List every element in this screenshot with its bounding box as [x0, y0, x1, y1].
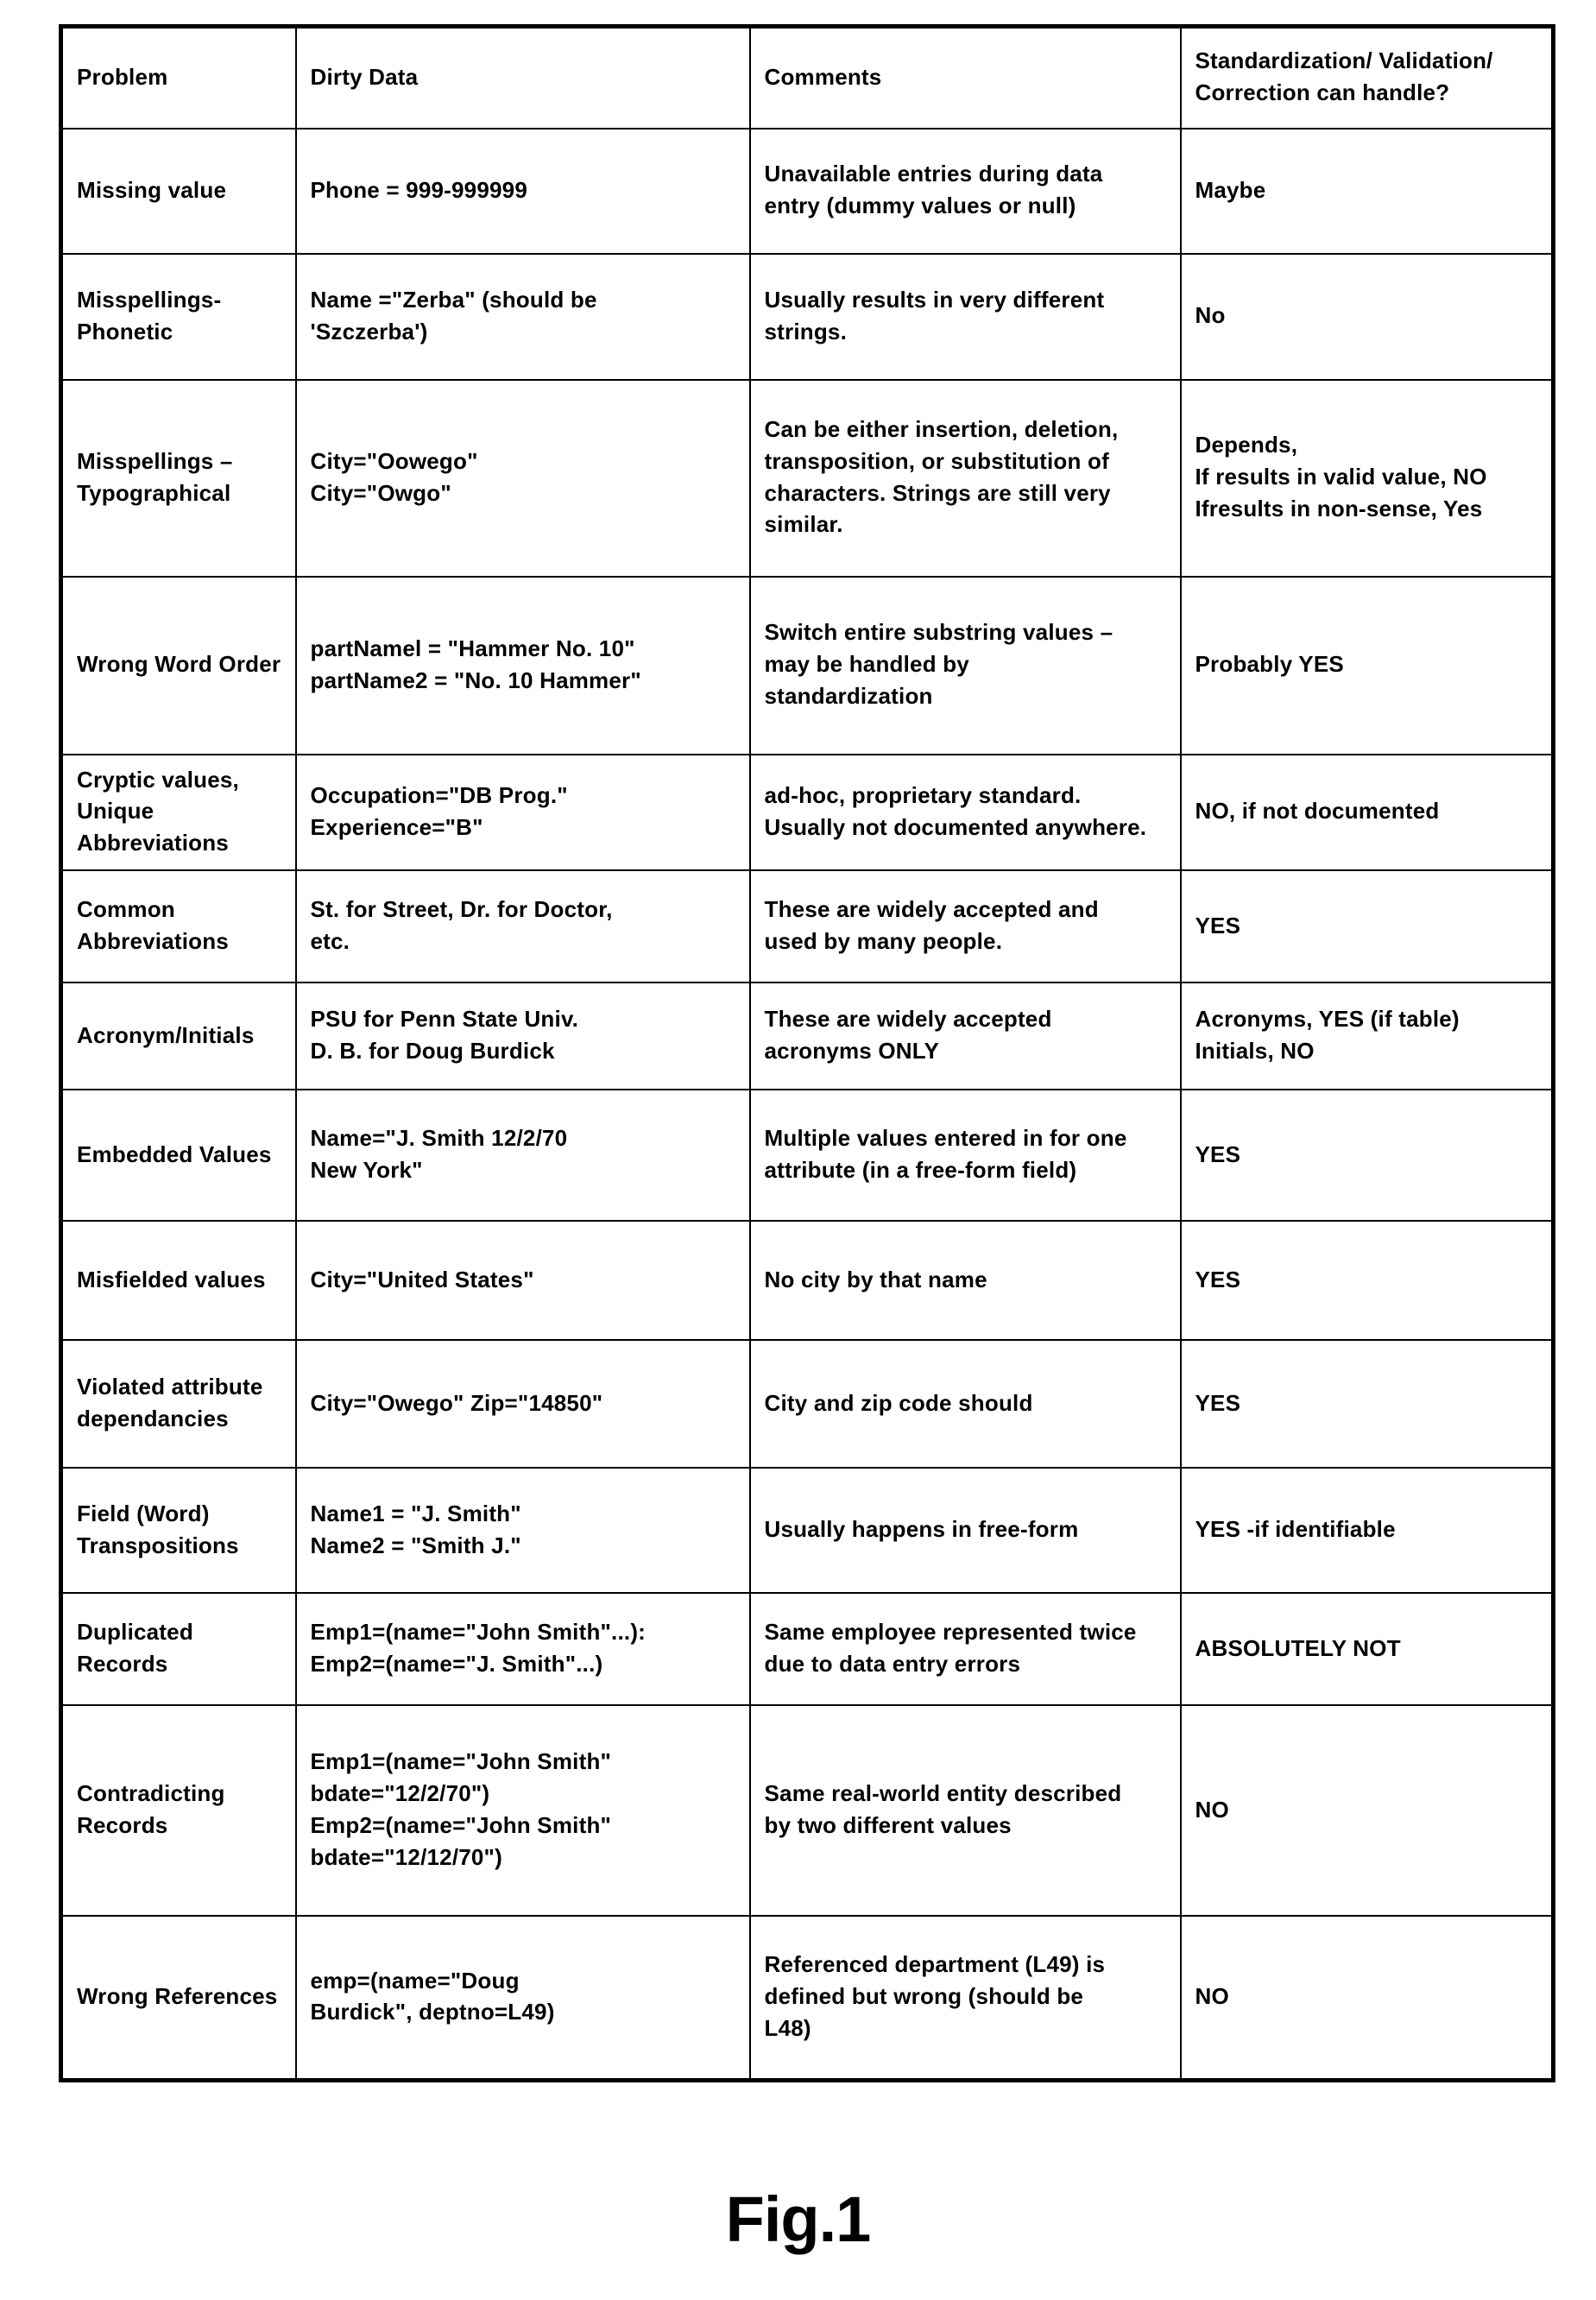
cell-dirty-data: Name1 = "J. Smith" Name2 = "Smith J."	[294, 1467, 751, 1595]
cell-problem: Contradicting Records	[60, 1704, 297, 1918]
cell-handle: NO	[1179, 1915, 1555, 2082]
table-header: Problem Dirty Data Comments Standardizat…	[60, 25, 1555, 130]
cell-dirty-data: Name="J. Smith 12/2/70 New York"	[294, 1089, 751, 1223]
table-row: Contradicting Records Emp1=(name="John S…	[60, 1704, 1555, 1918]
cell-problem: Field (Word) Transpositions	[60, 1467, 297, 1595]
cell-handle: Depends, If results in valid value, NO I…	[1179, 378, 1555, 578]
document-page: Problem Dirty Data Comments Standardizat…	[0, 0, 1596, 2300]
column-header-problem: Problem	[60, 25, 297, 130]
cell-dirty-data: Emp1=(name="John Smith" bdate="12/2/70")…	[294, 1704, 751, 1918]
cell-handle: NO, if not documented	[1179, 753, 1555, 872]
column-header-comments: Comments	[748, 25, 1182, 130]
cell-problem: Missing value	[60, 127, 297, 255]
cell-comments: ad-hoc, proprietary standard. Usually no…	[748, 753, 1182, 872]
cell-handle: YES	[1179, 1220, 1555, 1342]
table-row: Cryptic values, Unique Abbreviations Occ…	[60, 753, 1555, 872]
table-row: Misfielded values City="United States" N…	[60, 1220, 1555, 1342]
table-row: Misspellings – Typographical City="Ooweg…	[60, 378, 1555, 578]
cell-comments: Usually results in very different string…	[748, 252, 1182, 381]
table-row: Common Abbreviations St. for Street, Dr.…	[60, 869, 1555, 984]
dirty-data-table-container: Problem Dirty Data Comments Standardizat…	[59, 24, 1555, 2082]
cell-dirty-data: Name ="Zerba" (should be 'Szczerba')	[294, 252, 751, 381]
table-row: Field (Word) Transpositions Name1 = "J. …	[60, 1467, 1555, 1595]
cell-comments: Referenced department (L49) is defined b…	[748, 1915, 1182, 2082]
table-row: Embedded Values Name="J. Smith 12/2/70 N…	[60, 1089, 1555, 1223]
cell-comments: Usually happens in free-form	[748, 1467, 1182, 1595]
cell-dirty-data: PSU for Penn State Univ. D. B. for Doug …	[294, 982, 751, 1091]
cell-dirty-data: Emp1=(name="John Smith"...): Emp2=(name=…	[294, 1592, 751, 1707]
table-row: Misspellings- Phonetic Name ="Zerba" (sh…	[60, 252, 1555, 381]
cell-dirty-data: emp=(name="Doug Burdick", deptno=L49)	[294, 1915, 751, 2082]
cell-handle: No	[1179, 252, 1555, 381]
cell-handle: YES -if identifiable	[1179, 1467, 1555, 1595]
cell-comments: These are widely accepted and used by ma…	[748, 869, 1182, 984]
cell-comments: Unavailable entries during data entry (d…	[748, 127, 1182, 255]
cell-comments: Multiple values entered in for one attri…	[748, 1089, 1182, 1223]
cell-handle: YES	[1179, 1089, 1555, 1223]
cell-handle: Acronyms, YES (if table) Initials, NO	[1179, 982, 1555, 1091]
cell-dirty-data: partNamel = "Hammer No. 10" partName2 = …	[294, 575, 751, 755]
cell-comments: City and zip code should	[748, 1339, 1182, 1469]
cell-dirty-data: City="United States"	[294, 1220, 751, 1342]
cell-handle: NO	[1179, 1704, 1555, 1918]
table-row: Wrong References emp=(name="Doug Burdick…	[60, 1915, 1555, 2082]
table-row: Violated attribute dependancies City="Ow…	[60, 1339, 1555, 1469]
cell-handle: Maybe	[1179, 127, 1555, 255]
cell-problem: Wrong Word Order	[60, 575, 297, 755]
cell-dirty-data: City="Oowego" City="Owgo"	[294, 378, 751, 578]
table-row: Missing value Phone = 999-999999 Unavail…	[60, 127, 1555, 255]
table-row: Wrong Word Order partNamel = "Hammer No.…	[60, 575, 1555, 755]
cell-comments: No city by that name	[748, 1220, 1182, 1342]
cell-problem: Cryptic values, Unique Abbreviations	[60, 753, 297, 872]
cell-problem: Misfielded values	[60, 1220, 297, 1342]
cell-comments: Same employee represented twice due to d…	[748, 1592, 1182, 1707]
cell-comments: Can be either insertion, deletion, trans…	[748, 378, 1182, 578]
cell-problem: Misspellings- Phonetic	[60, 252, 297, 381]
cell-dirty-data: Phone = 999-999999	[294, 127, 751, 255]
figure-caption: Fig.1	[725, 2183, 872, 2255]
table-header-row: Problem Dirty Data Comments Standardizat…	[60, 25, 1555, 130]
table-row: Duplicated Records Emp1=(name="John Smit…	[60, 1592, 1555, 1707]
cell-dirty-data: City="Owego" Zip="14850"	[294, 1339, 751, 1469]
cell-problem: Acronym/Initials	[60, 982, 297, 1091]
cell-dirty-data: Occupation="DB Prog." Experience="B"	[294, 753, 751, 872]
cell-dirty-data: St. for Street, Dr. for Doctor, etc.	[294, 869, 751, 984]
cell-problem: Common Abbreviations	[60, 869, 297, 984]
cell-problem: Duplicated Records	[60, 1592, 297, 1707]
table-row: Acronym/Initials PSU for Penn State Univ…	[60, 982, 1555, 1091]
cell-problem: Violated attribute dependancies	[60, 1339, 297, 1469]
column-header-handle: Standardization/ Validation/ Correction …	[1179, 25, 1555, 130]
cell-handle: YES	[1179, 869, 1555, 984]
column-header-dirty-data: Dirty Data	[294, 25, 751, 130]
cell-problem: Embedded Values	[60, 1089, 297, 1223]
table-body: Missing value Phone = 999-999999 Unavail…	[60, 127, 1555, 2082]
cell-comments: Switch entire substring values – may be …	[748, 575, 1182, 755]
cell-handle: Probably YES	[1179, 575, 1555, 755]
cell-problem: Misspellings – Typographical	[60, 378, 297, 578]
cell-problem: Wrong References	[60, 1915, 297, 2082]
cell-handle: YES	[1179, 1339, 1555, 1469]
cell-comments: Same real-world entity described by two …	[748, 1704, 1182, 1918]
dirty-data-table: Problem Dirty Data Comments Standardizat…	[59, 24, 1555, 2082]
cell-handle: ABSOLUTELY NOT	[1179, 1592, 1555, 1707]
cell-comments: These are widely accepted acronyms ONLY	[748, 982, 1182, 1091]
